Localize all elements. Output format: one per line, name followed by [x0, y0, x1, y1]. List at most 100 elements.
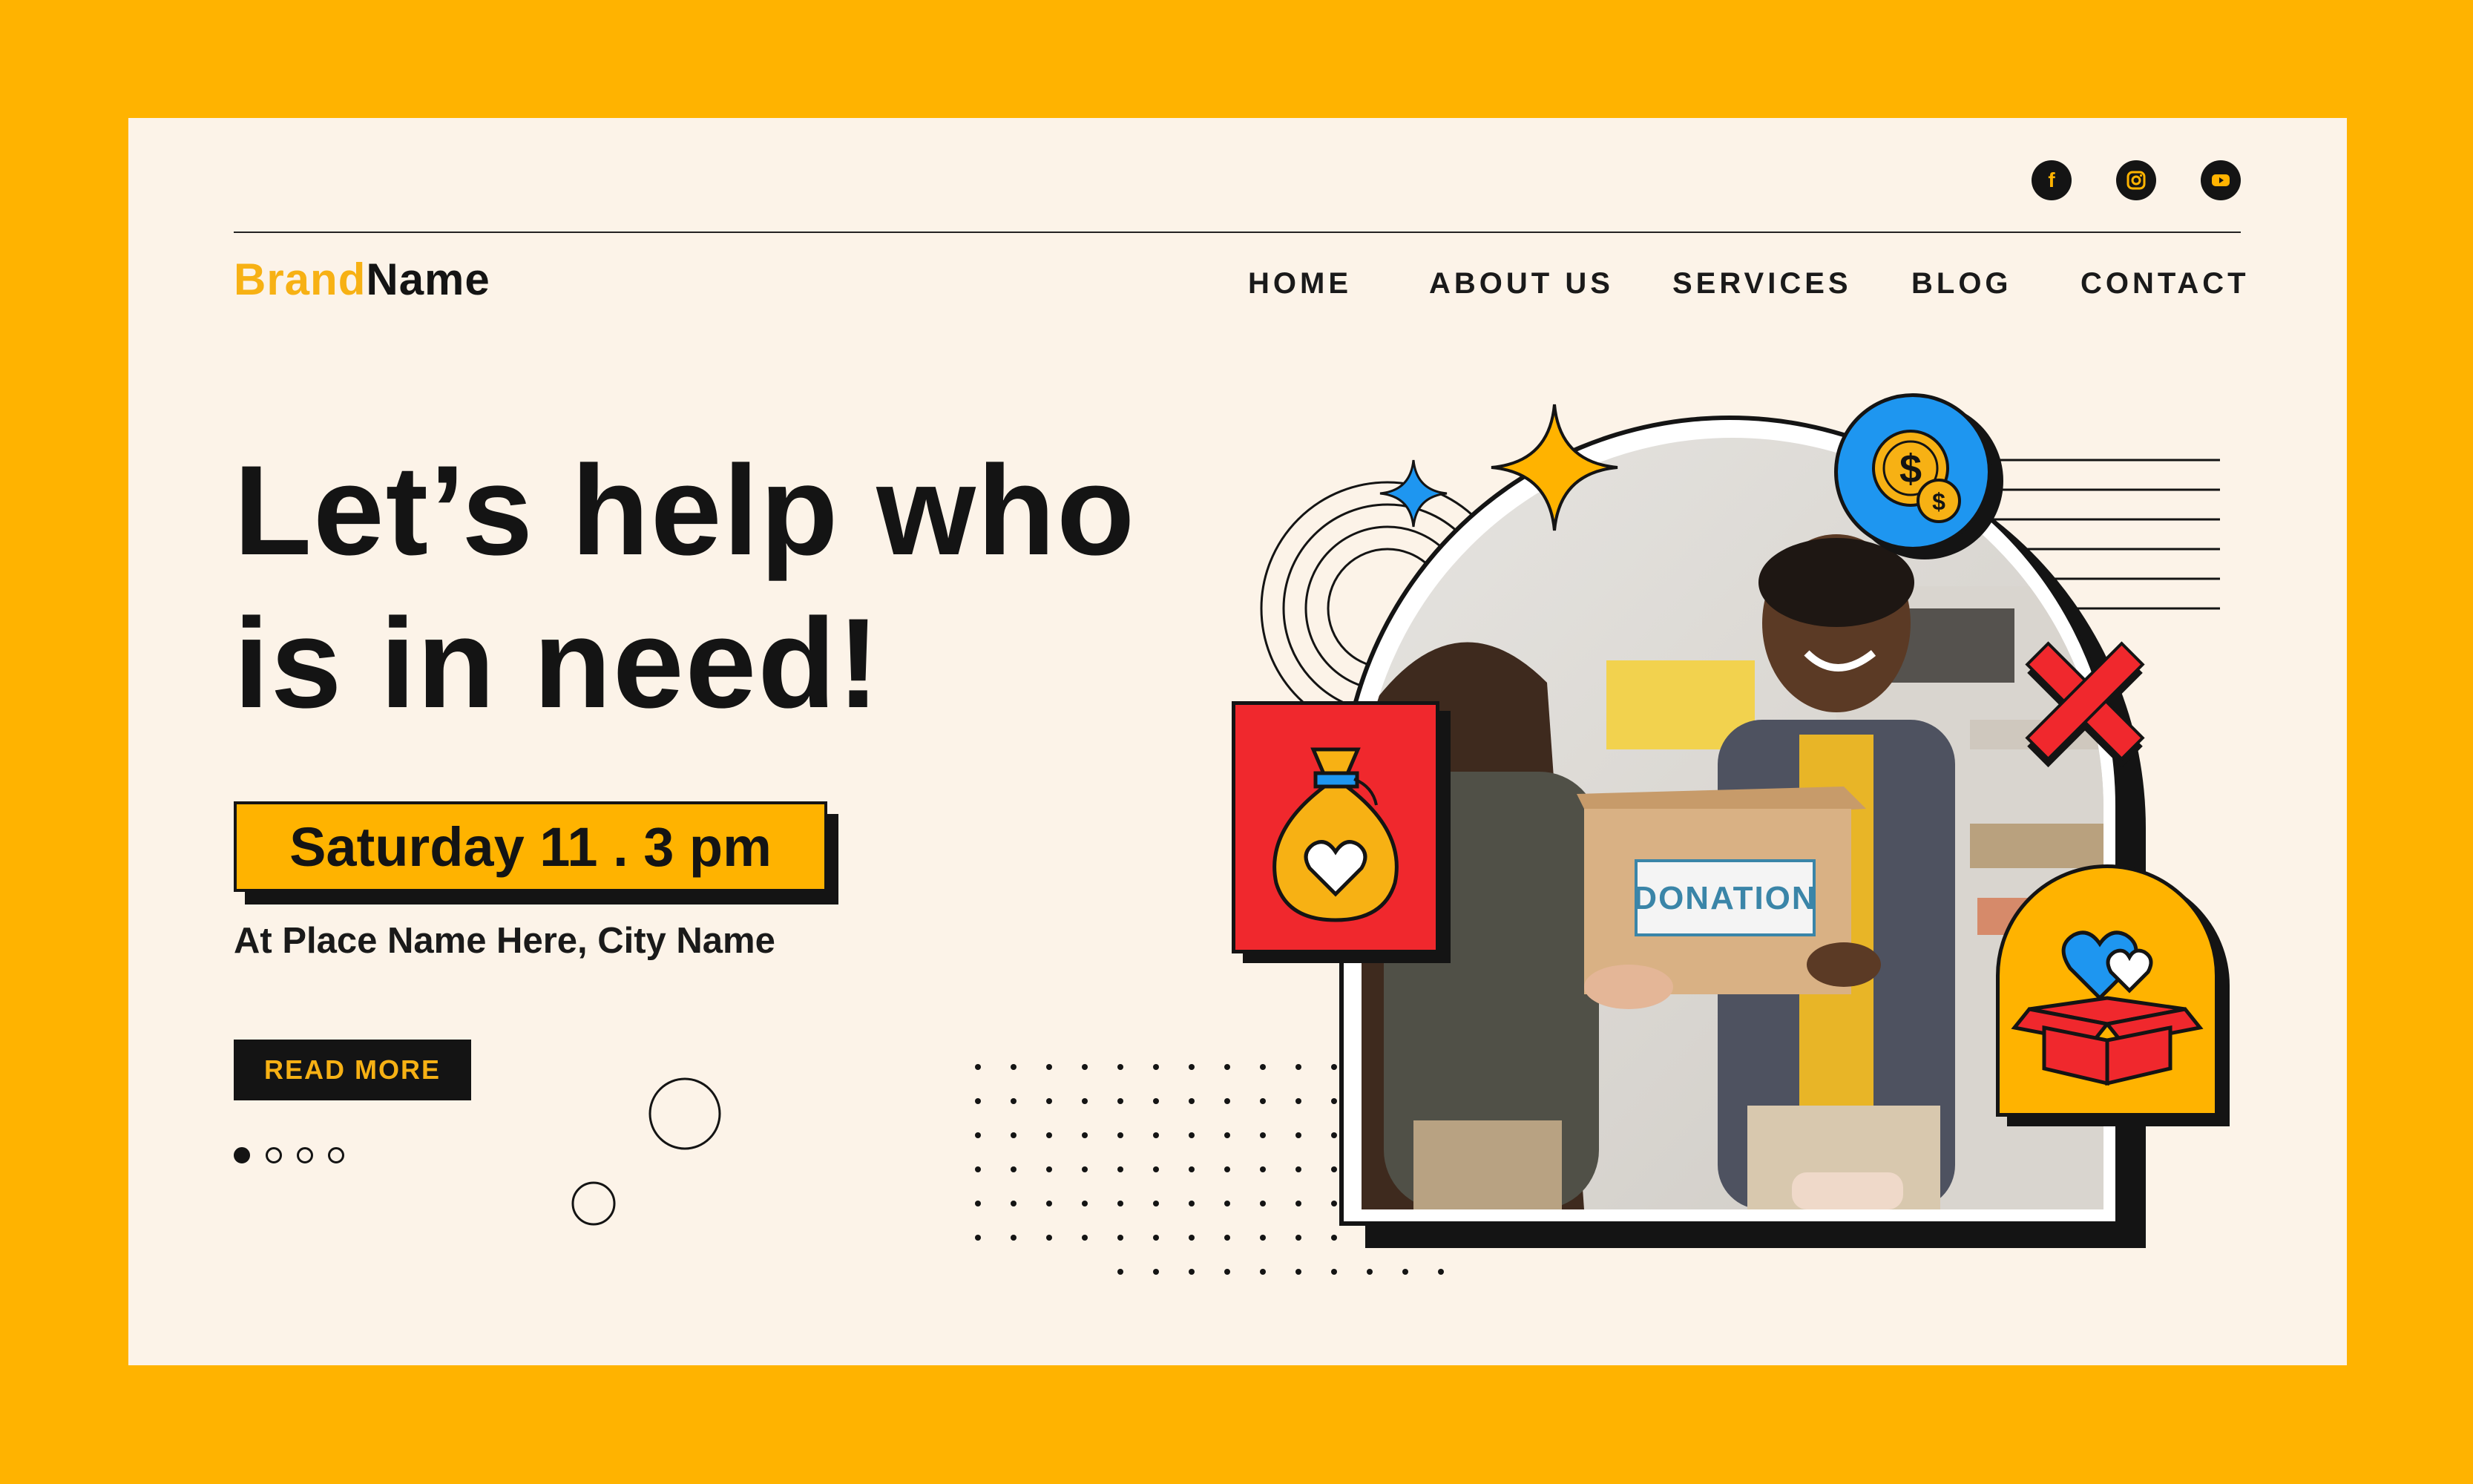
- grid-dot: [1189, 1098, 1195, 1104]
- grid-dot: [1153, 1064, 1159, 1070]
- grid-dot: [1046, 1132, 1052, 1138]
- grid-dot: [1295, 1132, 1301, 1138]
- grid-dot: [975, 1132, 981, 1138]
- coin-badge: $ $: [1834, 393, 1991, 551]
- nav-services[interactable]: SERVICES: [1672, 267, 1852, 301]
- hero-headline: Let’s help who is in need!: [234, 434, 1198, 740]
- deco-circle-large: [648, 1077, 721, 1150]
- grid-dot: [975, 1201, 981, 1206]
- grid-dot: [1189, 1132, 1195, 1138]
- slider-dot-1[interactable]: [234, 1147, 250, 1163]
- grid-dot: [1046, 1201, 1052, 1206]
- hero-headline-line2: is in need!: [234, 592, 881, 735]
- facebook-glyph: f: [2048, 168, 2055, 191]
- grid-dot: [1153, 1235, 1159, 1241]
- grid-dot: [1295, 1269, 1301, 1275]
- grid-dot: [1117, 1269, 1123, 1275]
- nav-home[interactable]: HOME: [1248, 267, 1352, 301]
- slider-dot-3[interactable]: [297, 1147, 313, 1163]
- grid-dot: [975, 1098, 981, 1104]
- grid-dot: [1117, 1235, 1123, 1241]
- grid-dot: [1046, 1235, 1052, 1241]
- money-bag-card: [1232, 701, 1439, 953]
- grid-dot: [1153, 1166, 1159, 1172]
- sparkle-yellow-icon: [1491, 404, 1618, 531]
- grid-dot: [1189, 1269, 1195, 1275]
- grid-dot: [1438, 1269, 1444, 1275]
- grid-dot: [1117, 1064, 1123, 1070]
- grid-dot: [1117, 1132, 1123, 1138]
- donation-photo: DONATION: [1362, 438, 2103, 1209]
- grid-dot: [1011, 1132, 1017, 1138]
- brand-logo[interactable]: BrandName: [234, 254, 490, 305]
- brand-part2: Name: [366, 255, 490, 304]
- grid-dot: [1189, 1064, 1195, 1070]
- instagram-glyph-icon: [2126, 171, 2146, 190]
- grid-dot: [1224, 1235, 1230, 1241]
- grid-dot: [1331, 1269, 1337, 1275]
- instagram-icon[interactable]: [2116, 160, 2156, 200]
- grid-dot: [1011, 1064, 1017, 1070]
- grid-dot: [1082, 1235, 1088, 1241]
- grid-dot: [1153, 1269, 1159, 1275]
- grid-dot: [1082, 1201, 1088, 1206]
- grid-dot: [1224, 1269, 1230, 1275]
- grid-dot: [1082, 1166, 1088, 1172]
- grid-dot: [1011, 1201, 1017, 1206]
- grid-dot: [1260, 1166, 1266, 1172]
- grid-dot: [1295, 1098, 1301, 1104]
- grid-dot: [1260, 1269, 1266, 1275]
- youtube-icon[interactable]: [2201, 160, 2241, 200]
- grid-dot: [1046, 1064, 1052, 1070]
- grid-dot: [1260, 1201, 1266, 1206]
- youtube-glyph-icon: [2212, 174, 2230, 186]
- grid-dot: [975, 1166, 981, 1172]
- grid-dot: [1331, 1064, 1337, 1070]
- grid-dot: [1260, 1064, 1266, 1070]
- grid-dot: [1331, 1166, 1337, 1172]
- grid-dot: [1224, 1201, 1230, 1206]
- brand-part1: Brand: [234, 255, 367, 304]
- nav-about-us[interactable]: ABOUT US: [1429, 267, 1614, 301]
- grid-dot: [1189, 1201, 1195, 1206]
- grid-dot: [1011, 1235, 1017, 1241]
- grid-dot: [1331, 1132, 1337, 1138]
- grid-dot: [1402, 1269, 1408, 1275]
- grid-dot: [1295, 1064, 1301, 1070]
- grid-dot: [1153, 1201, 1159, 1206]
- grid-dot: [1224, 1132, 1230, 1138]
- nav-contact[interactable]: CONTACT: [2080, 267, 2250, 301]
- grid-dot: [1117, 1098, 1123, 1104]
- grid-dot: [1295, 1201, 1301, 1206]
- grid-dot: [1367, 1269, 1373, 1275]
- grid-dot: [1295, 1166, 1301, 1172]
- grid-dot: [1153, 1132, 1159, 1138]
- grid-dot: [1260, 1132, 1266, 1138]
- grid-dot: [1011, 1098, 1017, 1104]
- hearts-box-icon: [2011, 930, 2204, 1086]
- grid-dot: [1189, 1235, 1195, 1241]
- grid-dot: [1046, 1166, 1052, 1172]
- header-divider: [234, 232, 2241, 233]
- grid-dot: [1046, 1098, 1052, 1104]
- coins-icon: $ $: [1872, 430, 1961, 523]
- grid-dot: [1331, 1235, 1337, 1241]
- event-location: At Place Name Here, City Name: [234, 921, 775, 961]
- slider-dot-4[interactable]: [328, 1147, 344, 1163]
- grid-dot: [1011, 1166, 1017, 1172]
- nav-blog[interactable]: BLOG: [1911, 267, 2012, 301]
- grid-dot: [1331, 1201, 1337, 1206]
- read-more-button[interactable]: READ MORE: [234, 1040, 471, 1100]
- grid-dot: [1117, 1201, 1123, 1206]
- close-x-icon: [2025, 641, 2145, 768]
- deco-circle-small: [571, 1181, 616, 1226]
- hero-headline-line1: Let’s help who: [234, 439, 1137, 582]
- grid-dot: [1082, 1098, 1088, 1104]
- svg-text:$: $: [1932, 488, 1945, 515]
- facebook-icon[interactable]: f: [2032, 160, 2072, 200]
- grid-dot: [1153, 1098, 1159, 1104]
- gift-box-card: [1996, 864, 2219, 1117]
- grid-dot: [1082, 1132, 1088, 1138]
- slider-dot-2[interactable]: [266, 1147, 282, 1163]
- grid-dot: [1117, 1166, 1123, 1172]
